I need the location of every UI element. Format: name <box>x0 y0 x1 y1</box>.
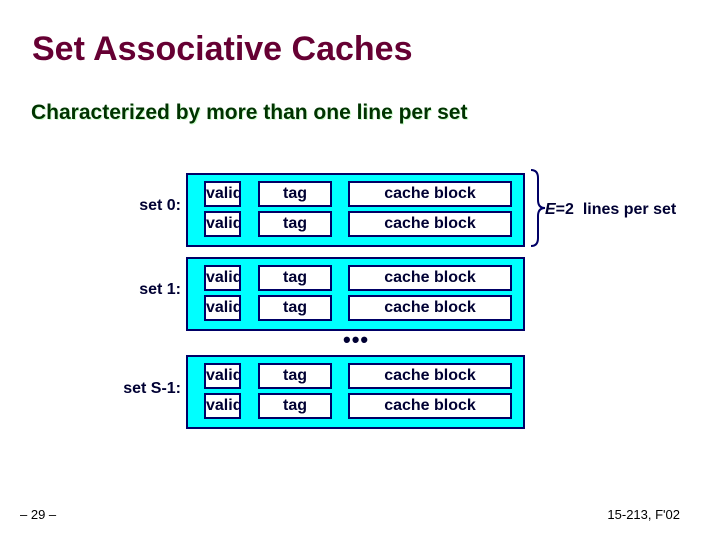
valid-bit: valid <box>204 393 241 419</box>
course-label: 15-213, F'02 <box>607 507 680 522</box>
slide-title: Set Associative Caches <box>32 30 413 68</box>
cache-block: cache block <box>348 181 512 207</box>
valid-bit: valid <box>204 363 241 389</box>
valid-bit: valid <box>204 265 241 291</box>
associativity-suffix: lines per set <box>573 201 677 218</box>
set-label-last: set S-1: <box>123 380 181 397</box>
cache-block: cache block <box>348 363 512 389</box>
valid-bit: valid <box>204 211 241 237</box>
associativity-value: =2 <box>555 201 574 218</box>
lines-per-set-label: E=2 lines per set <box>545 201 676 219</box>
tag-field: tag <box>258 181 332 207</box>
tag-field: tag <box>258 393 332 419</box>
associativity-variable: E <box>545 201 556 218</box>
set-box-last: valid tag cache block valid tag cache bl… <box>186 355 525 429</box>
valid-bit: valid <box>204 181 241 207</box>
set-box-0: valid tag cache block valid tag cache bl… <box>186 173 525 247</box>
tag-field: tag <box>258 265 332 291</box>
set-label-0: set 0: <box>139 197 181 214</box>
cache-block: cache block <box>348 211 512 237</box>
slide-subtitle: Characterized by more than one line per … <box>31 101 468 124</box>
cache-block: cache block <box>348 393 512 419</box>
valid-bit: valid <box>204 295 241 321</box>
set-box-1: valid tag cache block valid tag cache bl… <box>186 257 525 331</box>
set-label-1: set 1: <box>139 281 181 298</box>
cache-block: cache block <box>348 295 512 321</box>
tag-field: tag <box>258 211 332 237</box>
ellipsis: ••• <box>343 327 370 352</box>
tag-field: tag <box>258 295 332 321</box>
cache-block: cache block <box>348 265 512 291</box>
tag-field: tag <box>258 363 332 389</box>
page-number: – 29 – <box>20 507 57 522</box>
